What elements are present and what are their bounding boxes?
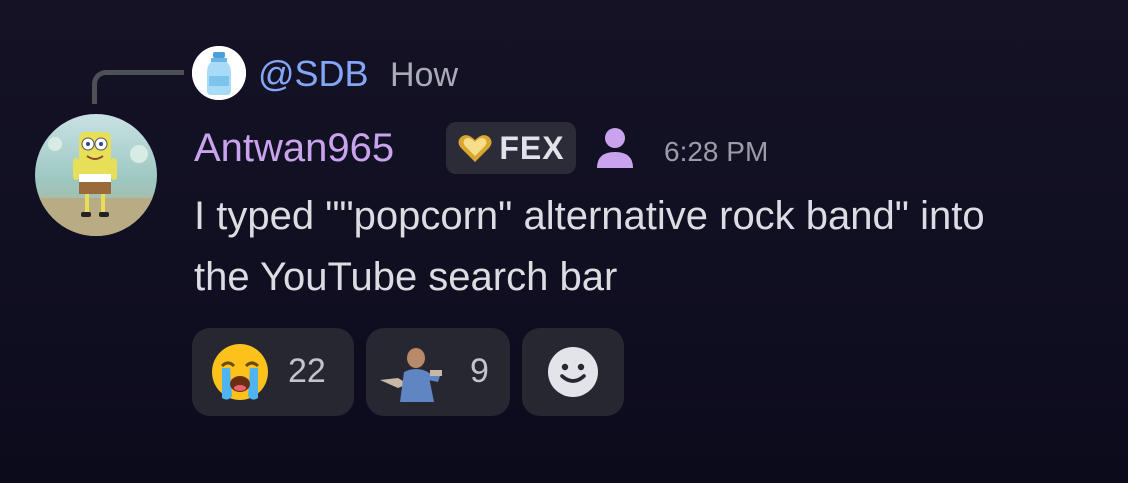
loudly-crying-face-icon (212, 344, 268, 400)
reply-preview-text[interactable]: How (390, 52, 458, 98)
reaction-count: 9 (470, 352, 489, 390)
gold-heart-icon (458, 135, 492, 162)
message-timestamp: 6:28 PM (664, 136, 769, 167)
water-bottle-icon (192, 46, 246, 100)
server-tag[interactable]: FEX (446, 122, 576, 174)
chat-message: @SDB How Antwan965 FEX 6:28 PM I typed "… (0, 0, 1128, 483)
message-content: I typed ""popcorn" alternative rock band… (194, 186, 1124, 308)
avatar-image (35, 114, 157, 236)
reply-avatar[interactable] (192, 46, 246, 100)
reaction-crying[interactable]: 22 (192, 328, 354, 416)
reply-mention[interactable]: @SDB (258, 50, 369, 98)
custom-emoji-icon (378, 340, 444, 404)
person-icon[interactable] (592, 126, 638, 170)
add-reaction-icon (548, 347, 598, 397)
author-avatar[interactable] (35, 114, 157, 236)
reaction-count: 22 (288, 352, 326, 390)
message-line: the YouTube search bar (194, 255, 618, 299)
reaction-custom[interactable]: 9 (366, 328, 510, 416)
reply-connector-line (92, 70, 184, 104)
message-line: I typed ""popcorn" alternative rock band… (194, 194, 985, 238)
server-tag-label: FEX (499, 129, 565, 166)
author-username[interactable]: Antwan965 (194, 122, 394, 174)
add-reaction-button[interactable] (522, 328, 624, 416)
